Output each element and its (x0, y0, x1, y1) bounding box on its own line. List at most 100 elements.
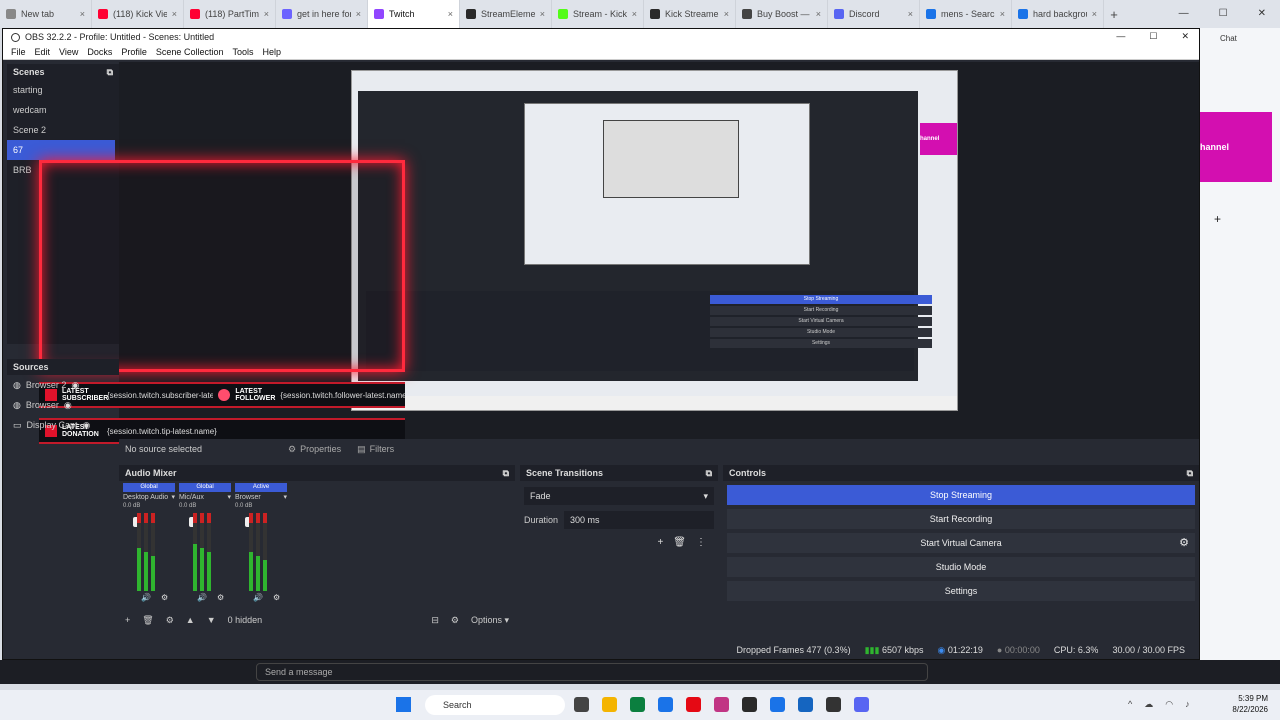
add-transition-icon[interactable]: + (657, 537, 663, 548)
filters-button[interactable]: ▤ Filters (357, 444, 394, 455)
channel-settings-icon[interactable]: ⚙ (273, 593, 280, 602)
browser-tab[interactable]: Twitch × (368, 0, 460, 28)
scene-item[interactable]: Scene 2 (7, 120, 119, 140)
menu-item[interactable]: Scene Collection (156, 47, 224, 57)
menu-item[interactable]: Edit (35, 47, 51, 57)
preview-canvas[interactable]: Stop Streaming Start Recording Start Vir… (39, 62, 1199, 446)
properties-button[interactable]: ⚙ Properties (288, 444, 341, 455)
browser-tab[interactable]: (118) Kick Viewb × (92, 0, 184, 28)
chat-input[interactable]: Send a message (256, 663, 928, 681)
tab-close-icon[interactable]: × (632, 9, 637, 19)
move-down-icon[interactable]: ▼ (207, 615, 216, 625)
taskbar-clock[interactable]: 5:39 PM 8/22/2026 (1232, 693, 1268, 715)
obs-maximize-icon[interactable]: ☐ (1149, 31, 1157, 42)
tab-close-icon[interactable]: × (80, 9, 85, 19)
taskbar-app-icon[interactable] (714, 697, 729, 712)
minimize-icon[interactable]: — (1179, 8, 1189, 19)
browser-tab[interactable]: Discord × (828, 0, 920, 28)
menu-item[interactable]: Tools (232, 47, 253, 57)
tab-close-icon[interactable]: × (1000, 9, 1005, 19)
tab-close-icon[interactable]: × (540, 9, 545, 19)
duration-input[interactable]: 300 ms (564, 511, 714, 529)
tab-close-icon[interactable]: × (448, 9, 453, 19)
source-item[interactable]: ◍ Browser ◉ (7, 395, 119, 415)
channel-name-row[interactable]: Mic/Aux ▾ (179, 492, 231, 503)
close-icon[interactable]: ✕ (1258, 8, 1266, 19)
tab-close-icon[interactable]: × (356, 9, 361, 19)
scene-item[interactable]: wedcam (7, 100, 119, 120)
menu-item[interactable]: Help (262, 47, 281, 57)
browser-tab[interactable]: (118) PartTime × (184, 0, 276, 28)
start-virtual-camera-button[interactable]: Start Virtual Camera ⚙ (727, 533, 1195, 553)
browser-tab[interactable]: Kick Streamer × (644, 0, 736, 28)
dock-undock-icon[interactable]: ⧉ (503, 468, 509, 479)
taskbar-app-icon[interactable] (658, 697, 673, 712)
taskbar-app-icon[interactable] (770, 697, 785, 712)
tab-close-icon[interactable]: × (908, 9, 913, 19)
mixer-settings-icon[interactable]: ⚙ (451, 615, 459, 626)
dock-undock-icon[interactable]: ⧉ (706, 468, 712, 479)
start-recording-button[interactable]: Start Recording (727, 509, 1195, 529)
settings-icon[interactable]: ⚙ (166, 615, 174, 626)
taskbar-app-icon[interactable] (630, 697, 645, 712)
eye-icon[interactable]: ◉ (64, 400, 72, 411)
channel-name-row[interactable]: Desktop Audio ▾ (123, 492, 175, 503)
browser-tab[interactable]: hard backgrou × (1012, 0, 1104, 28)
tray-chevron-icon[interactable]: ^ (1128, 699, 1132, 710)
channel-name-row[interactable]: Browser ▾ (235, 492, 287, 503)
settings-button[interactable]: Settings (727, 581, 1195, 601)
more-options-icon[interactable]: ⋮ (696, 537, 706, 548)
tab-close-icon[interactable]: × (816, 9, 821, 19)
remove-transition-icon[interactable]: 🗑 (673, 537, 686, 548)
eye-icon[interactable]: ◉ (71, 380, 79, 391)
browser-tab[interactable]: Stream - Kick D × (552, 0, 644, 28)
taskbar-app-icon[interactable] (602, 697, 617, 712)
transition-select[interactable]: Fade ▾ (524, 487, 714, 505)
browser-tab[interactable]: Buy Boost — Ki × (736, 0, 828, 28)
new-tab-button[interactable]: + (1104, 7, 1124, 22)
windows-start-icon[interactable] (396, 697, 411, 712)
channel-settings-icon[interactable]: ⚙ (161, 593, 168, 602)
trash-icon[interactable]: 🗑 (142, 615, 153, 626)
virtual-camera-settings-icon[interactable]: ⚙ (1179, 536, 1189, 549)
taskbar-app-icon[interactable] (686, 697, 701, 712)
tab-close-icon[interactable]: × (264, 9, 269, 19)
dock-undock-icon[interactable]: ⧉ (107, 67, 113, 78)
eye-icon[interactable]: ◉ (83, 420, 91, 431)
channel-settings-icon[interactable]: ⚙ (217, 593, 224, 602)
speaker-icon[interactable]: 🔊 (141, 593, 151, 602)
taskbar-app-icon[interactable] (742, 697, 757, 712)
obs-minimize-icon[interactable]: — (1116, 31, 1125, 42)
menu-item[interactable]: View (59, 47, 78, 57)
wifi-icon[interactable]: ◠ (1165, 699, 1173, 710)
tab-close-icon[interactable]: × (172, 9, 177, 19)
menu-item[interactable]: Docks (87, 47, 112, 57)
scene-item[interactable]: 67 (7, 140, 115, 160)
taskbar-app-icon[interactable] (798, 697, 813, 712)
volume-icon[interactable]: ♪ (1185, 699, 1190, 710)
layout-toggle-icon[interactable]: ⊟ (431, 615, 439, 626)
studio-mode-button[interactable]: Studio Mode (727, 557, 1195, 577)
taskbar-app-icon[interactable] (854, 697, 869, 712)
source-item[interactable]: ▭ Display Capt ◉ (7, 415, 119, 435)
menu-item[interactable]: File (11, 47, 26, 57)
tab-close-icon[interactable]: × (724, 9, 729, 19)
scene-item[interactable]: starting (7, 80, 119, 100)
add-icon[interactable]: + (1214, 212, 1221, 226)
tab-close-icon[interactable]: × (1092, 9, 1097, 19)
options-button[interactable]: Options ▾ (471, 615, 509, 626)
add-icon[interactable]: + (125, 615, 130, 625)
channel-banner[interactable]: hannel (1200, 112, 1272, 182)
cloud-icon[interactable]: ☁ (1144, 699, 1153, 710)
stop-streaming-button[interactable]: Stop Streaming (727, 485, 1195, 505)
taskbar-app-icon[interactable] (826, 697, 841, 712)
move-up-icon[interactable]: ▲ (186, 615, 195, 625)
dock-undock-icon[interactable]: ⧉ (1187, 468, 1193, 479)
menu-item[interactable]: Profile (121, 47, 147, 57)
source-item[interactable]: ◍ Browser 2 ◉ (7, 375, 119, 395)
speaker-icon[interactable]: 🔊 (253, 593, 263, 602)
browser-tab[interactable]: New tab × (0, 0, 92, 28)
obs-close-icon[interactable]: ✕ (1181, 31, 1189, 42)
browser-tab[interactable]: mens - Search × (920, 0, 1012, 28)
taskbar-search[interactable]: Search (425, 695, 565, 715)
